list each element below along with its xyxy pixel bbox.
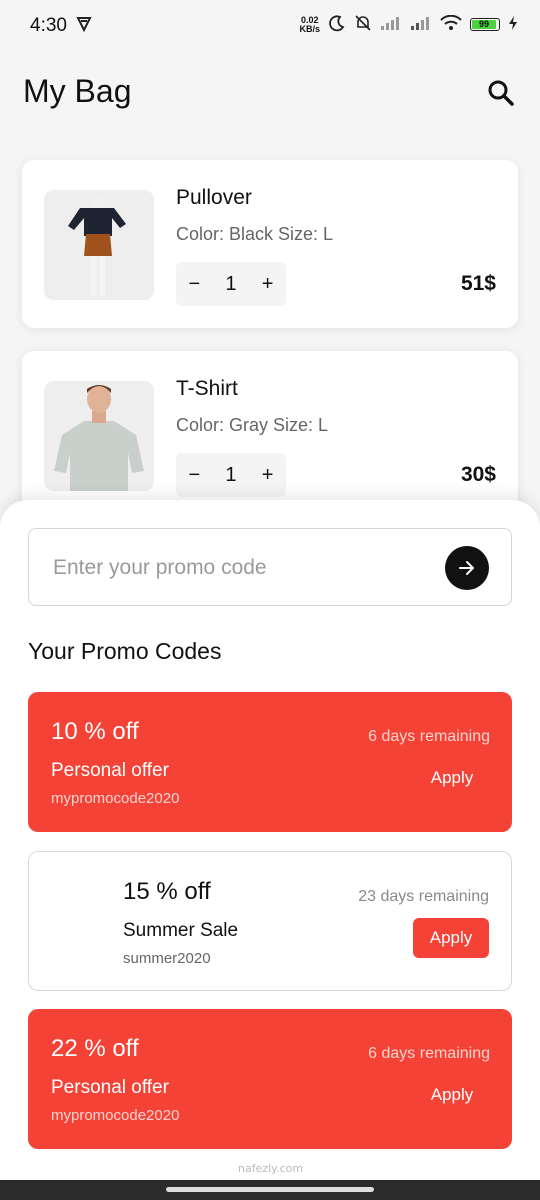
promo-label: Personal offer — [51, 1077, 169, 1098]
apply-button[interactable]: Apply — [413, 918, 489, 958]
submit-promo-button[interactable] — [445, 546, 489, 590]
arrow-right-icon — [459, 561, 474, 575]
cart-item-pullover[interactable]: Pullover Color: Black Size: L − 1 + 51$ — [22, 160, 518, 328]
page-title: My Bag — [23, 73, 132, 109]
bell-muted-icon — [354, 14, 372, 35]
promo-code: mypromocode2020 — [51, 1107, 180, 1124]
plus-icon[interactable]: + — [255, 464, 281, 487]
network-speed: 0.02 KB/s — [299, 14, 320, 34]
product-price: 51$ — [460, 272, 496, 295]
quantity-stepper: − 1 + — [176, 262, 286, 306]
promo-code: summer2020 — [123, 950, 211, 967]
status-bar: 4:30 0.02 KB/s 99 — [0, 0, 540, 52]
promo-label: Personal offer — [51, 760, 169, 781]
product-meta: Color: Gray Size: L — [176, 415, 329, 435]
signal-icon-2 — [410, 15, 432, 34]
battery-icon: 99 — [470, 18, 500, 31]
section-title: Your Promo Codes — [28, 638, 222, 664]
charging-icon — [508, 15, 518, 34]
promo-card: 10 % off Personal offer mypromocode2020 … — [28, 692, 512, 832]
product-meta: Color: Black Size: L — [176, 224, 334, 244]
promo-card: 15 % off Summer Sale summer2020 23 days … — [28, 851, 512, 991]
quantity-value: 1 — [225, 463, 237, 486]
promo-code-field — [28, 528, 512, 606]
cart-item-tshirt[interactable]: T-Shirt Color: Gray Size: L − 1 + 30$ — [22, 351, 518, 519]
system-navigation-bar — [0, 1180, 540, 1200]
quantity-value: 1 — [225, 272, 237, 295]
moon-icon — [328, 14, 346, 35]
product-name: Pullover — [176, 186, 252, 209]
wifi-icon — [440, 14, 462, 34]
minus-icon[interactable]: − — [181, 273, 207, 296]
search-icon[interactable] — [486, 78, 516, 108]
product-price: 30$ — [460, 463, 496, 486]
promo-discount: 15 % off — [123, 878, 211, 905]
home-indicator[interactable] — [166, 1187, 374, 1192]
apply-button[interactable]: Apply — [414, 758, 490, 798]
product-image — [44, 381, 154, 491]
quantity-stepper: − 1 + — [176, 453, 286, 497]
app-notification-icon — [76, 16, 92, 37]
promo-discount: 10 % off — [51, 718, 139, 745]
minus-icon[interactable]: − — [181, 464, 207, 487]
promo-discount: 22 % off — [51, 1035, 139, 1062]
promo-label: Summer Sale — [123, 920, 239, 941]
apply-button[interactable]: Apply — [414, 1075, 490, 1115]
promo-card: 22 % off Personal offer mypromocode2020 … — [28, 1009, 512, 1149]
promo-days-remaining: 6 days remaining — [368, 1045, 490, 1062]
promo-days-remaining: 23 days remaining — [358, 888, 489, 905]
plus-icon[interactable]: + — [255, 273, 281, 296]
product-image — [44, 190, 154, 300]
status-time: 4:30 — [30, 15, 67, 36]
promo-code-input[interactable] — [51, 547, 435, 589]
watermark: nafezly.com — [238, 1162, 304, 1175]
promo-bottom-sheet: Your Promo Codes 10 % off Personal offer… — [0, 500, 540, 1180]
status-icons: 0.02 KB/s 99 — [299, 14, 518, 35]
promo-code: mypromocode2020 — [51, 790, 180, 807]
product-name: T-Shirt — [176, 377, 238, 400]
promo-days-remaining: 6 days remaining — [368, 728, 490, 745]
signal-icon — [380, 15, 402, 34]
